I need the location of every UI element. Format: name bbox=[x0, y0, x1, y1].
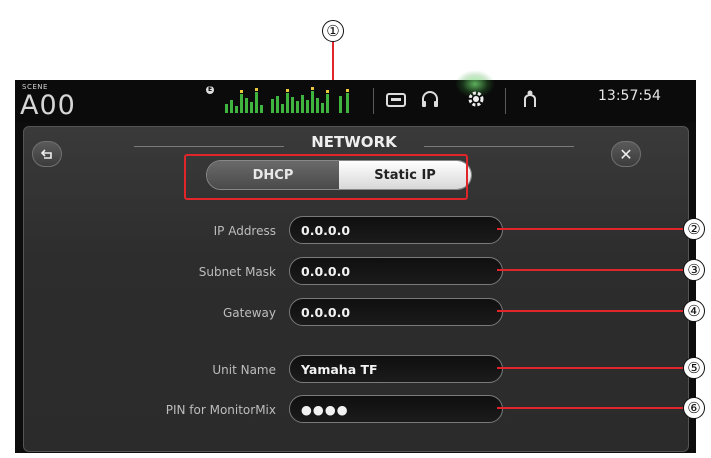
divider bbox=[373, 88, 374, 114]
top-bar: SCENE A00 E 13:57:54 bbox=[15, 70, 696, 123]
callout-2-leader bbox=[497, 228, 683, 230]
person-icon[interactable] bbox=[517, 89, 543, 114]
close-icon: ✕ bbox=[619, 144, 633, 164]
subnet-mask-field[interactable]: 0.0.0.0 bbox=[289, 257, 503, 285]
back-icon bbox=[40, 149, 52, 159]
field-label-gateway: Gateway bbox=[222, 306, 276, 320]
callout-5: ⑤ bbox=[683, 357, 705, 379]
callout-6: ⑥ bbox=[683, 397, 705, 419]
field-label-unit-name: Unit Name bbox=[212, 363, 276, 377]
gear-icon[interactable] bbox=[463, 89, 489, 114]
pin-field[interactable]: ●●●● bbox=[289, 395, 503, 423]
callout-4: ④ bbox=[683, 300, 705, 322]
divider bbox=[505, 88, 506, 114]
callout-1: ① bbox=[322, 20, 344, 42]
gateway-field[interactable]: 0.0.0.0 bbox=[289, 298, 503, 326]
title-rule-right bbox=[424, 146, 574, 147]
callout-2: ② bbox=[683, 218, 705, 240]
highlight-box bbox=[184, 154, 468, 200]
callout-6-leader bbox=[497, 407, 683, 409]
scene-number[interactable]: A00 bbox=[20, 90, 76, 121]
field-label-ip-address: IP Address bbox=[213, 224, 276, 238]
headphones-icon[interactable] bbox=[417, 89, 443, 113]
callout-4-leader bbox=[497, 310, 683, 312]
callout-5-leader bbox=[497, 367, 683, 369]
close-button[interactable]: ✕ bbox=[611, 141, 641, 167]
callout-3-leader bbox=[497, 269, 683, 271]
meter-icon[interactable] bbox=[223, 84, 363, 115]
callout-3: ③ bbox=[683, 259, 705, 281]
device-screen: SCENE A00 E 13:57:54 ✕ NETWORK DHCP Stat… bbox=[15, 70, 696, 453]
recorder-icon[interactable] bbox=[383, 89, 409, 113]
field-label-pin: PIN for MonitorMix bbox=[165, 403, 276, 417]
field-label-subnet-mask: Subnet Mask bbox=[198, 265, 276, 279]
panel-title: NETWORK bbox=[311, 133, 397, 151]
back-button[interactable] bbox=[32, 141, 62, 167]
ip-address-field[interactable]: 0.0.0.0 bbox=[289, 216, 503, 244]
meter-badge: E bbox=[206, 86, 214, 94]
title-rule-left bbox=[134, 146, 284, 147]
clock: 13:57:54 bbox=[598, 88, 661, 104]
unit-name-field[interactable]: Yamaha TF bbox=[289, 355, 503, 383]
